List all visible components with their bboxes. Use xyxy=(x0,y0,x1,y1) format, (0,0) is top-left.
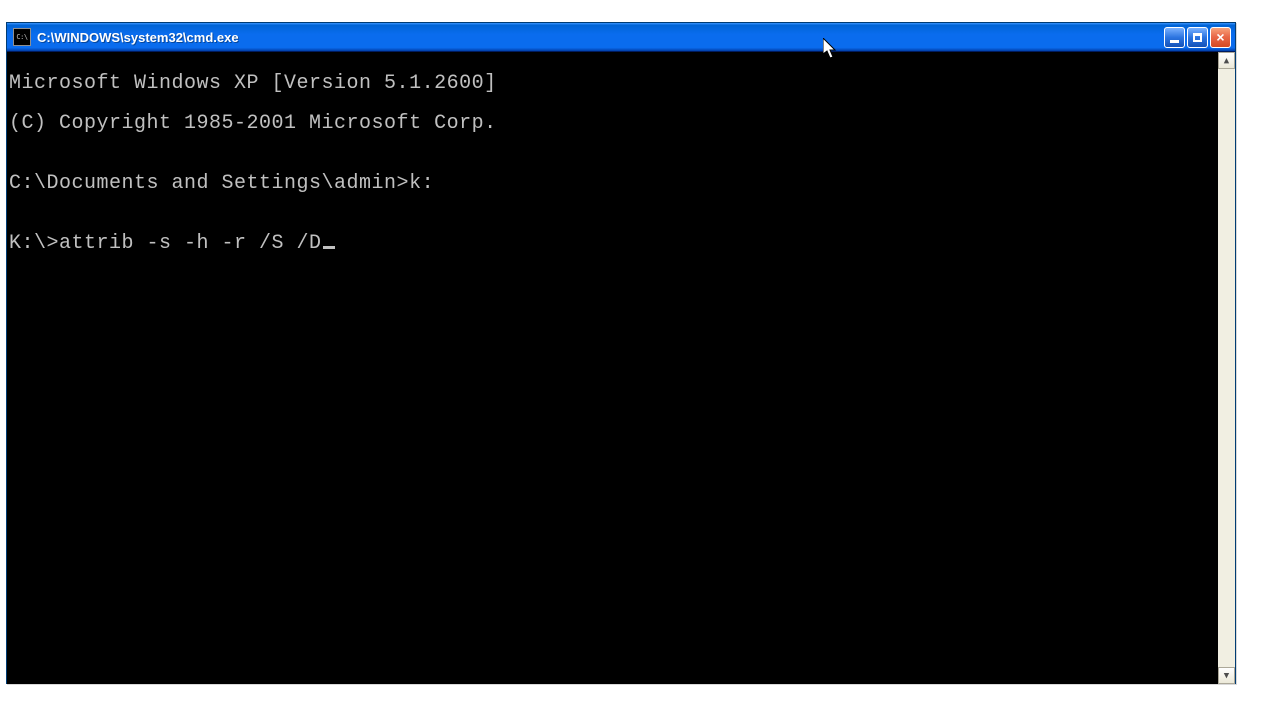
maximize-icon xyxy=(1193,33,1202,42)
close-icon: × xyxy=(1216,32,1224,42)
title-bar[interactable]: C:\ C:\WINDOWS\system32\cmd.exe × xyxy=(7,23,1235,52)
scroll-down-button[interactable]: ▼ xyxy=(1218,667,1235,684)
terminal-text: K:\>attrib -s -h -r /S /D xyxy=(9,232,322,255)
minimize-button[interactable] xyxy=(1164,27,1185,48)
close-button[interactable]: × xyxy=(1210,27,1231,48)
chevron-down-icon: ▼ xyxy=(1224,671,1229,681)
client-area: Microsoft Windows XP [Version 5.1.2600] … xyxy=(7,52,1235,684)
terminal-line: (C) Copyright 1985-2001 Microsoft Corp. xyxy=(9,114,1216,134)
app-icon-label: C:\ xyxy=(16,34,27,41)
text-cursor xyxy=(323,246,335,249)
app-icon: C:\ xyxy=(13,28,31,46)
terminal-line: Microsoft Windows XP [Version 5.1.2600] xyxy=(9,74,1216,94)
vertical-scrollbar[interactable]: ▲ ▼ xyxy=(1218,52,1235,684)
maximize-button[interactable] xyxy=(1187,27,1208,48)
terminal-line: C:\Documents and Settings\admin>k: xyxy=(9,174,1216,194)
minimize-icon xyxy=(1170,40,1179,43)
window-controls: × xyxy=(1164,27,1231,48)
scroll-track[interactable] xyxy=(1218,69,1235,667)
terminal-line: K:\>attrib -s -h -r /S /D xyxy=(9,234,1216,254)
terminal-output[interactable]: Microsoft Windows XP [Version 5.1.2600] … xyxy=(7,52,1218,684)
chevron-up-icon: ▲ xyxy=(1224,56,1229,66)
window-title: C:\WINDOWS\system32\cmd.exe xyxy=(37,30,1164,45)
scroll-up-button[interactable]: ▲ xyxy=(1218,52,1235,69)
cmd-window: C:\ C:\WINDOWS\system32\cmd.exe × Micros… xyxy=(6,22,1236,684)
